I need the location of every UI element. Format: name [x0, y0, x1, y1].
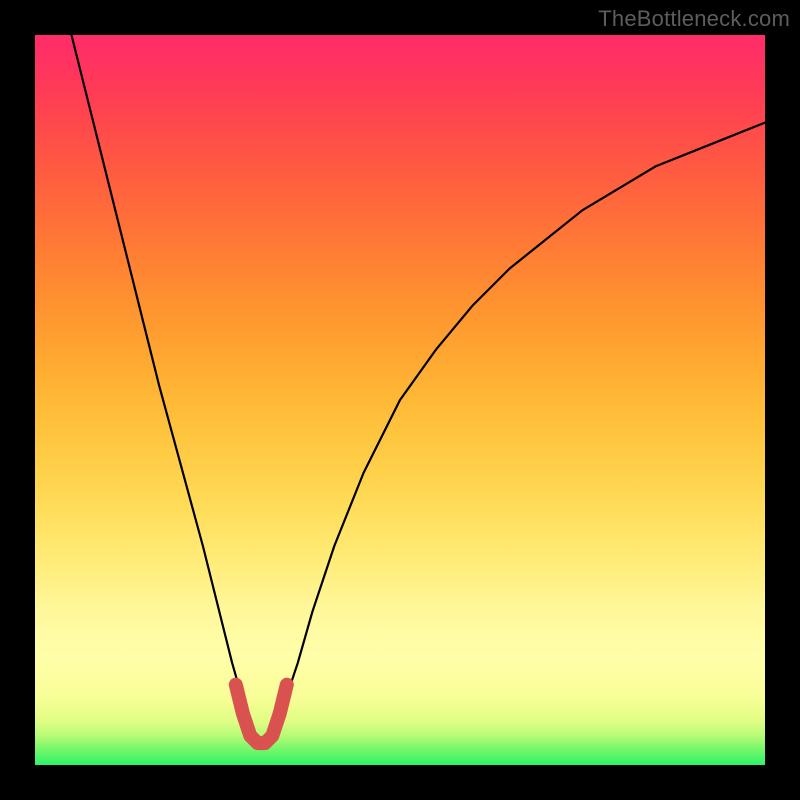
plot-area: [35, 35, 765, 765]
bottleneck-curve: [72, 35, 766, 743]
chart-frame: TheBottleneck.com: [0, 0, 800, 800]
watermark-text: TheBottleneck.com: [598, 6, 790, 32]
minimum-marker: [236, 685, 287, 743]
curve-layer: [35, 35, 765, 765]
